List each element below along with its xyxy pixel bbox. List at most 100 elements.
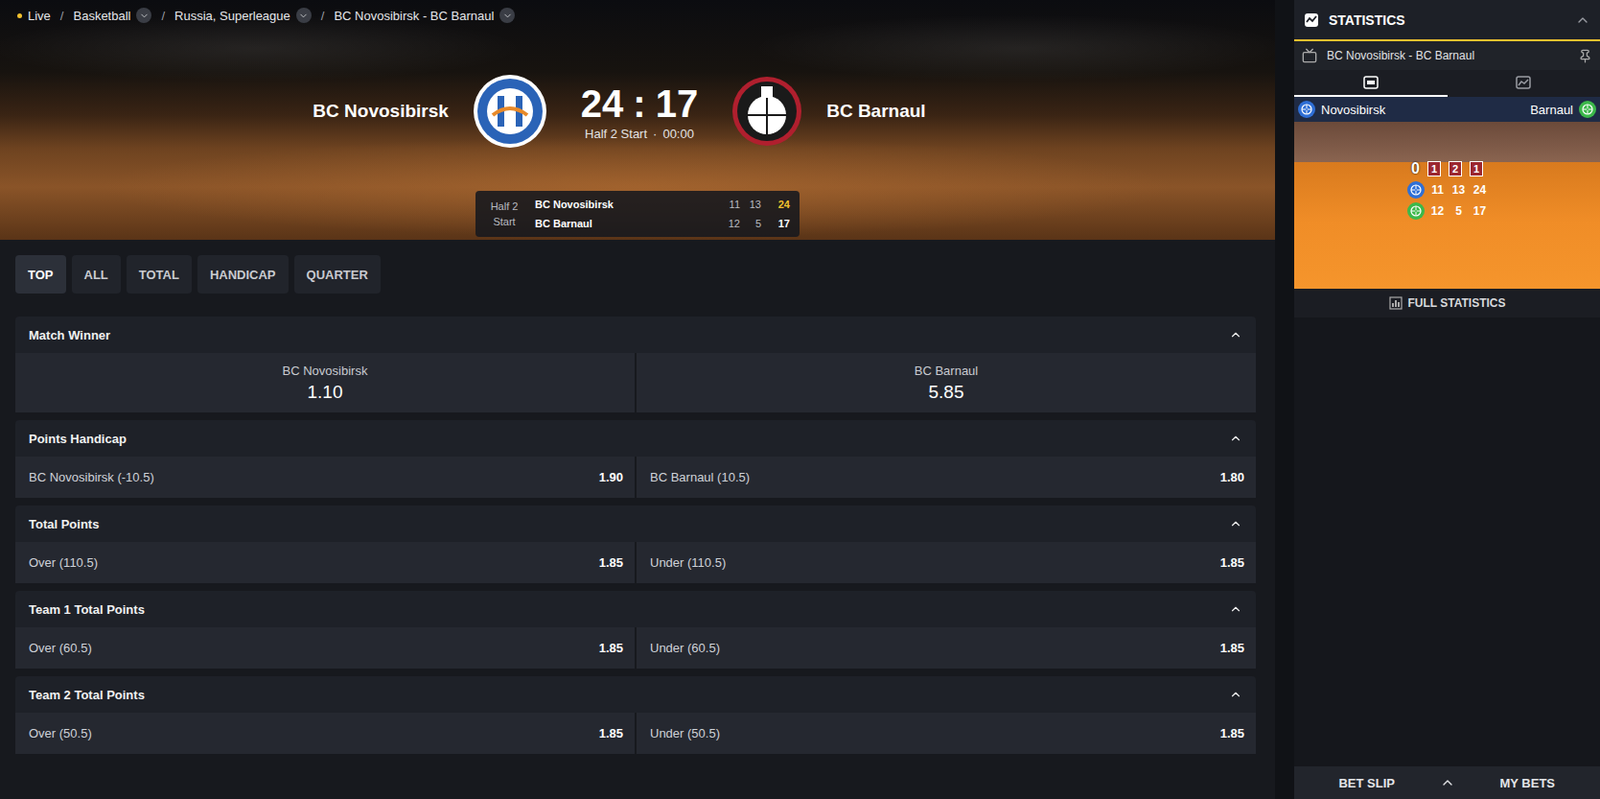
period-box: 1 bbox=[1469, 161, 1484, 177]
chevron-down-icon[interactable] bbox=[136, 7, 152, 24]
breadcrumb-separator: / bbox=[60, 8, 65, 24]
chevron-up-icon[interactable] bbox=[1439, 774, 1456, 790]
market-header[interactable]: Team 1 Total Points bbox=[15, 590, 1256, 627]
statistics-tab[interactable] bbox=[1447, 69, 1600, 97]
barnaul-logo-icon bbox=[730, 74, 804, 148]
team-tag: Barnaul bbox=[1530, 100, 1597, 118]
away-team: BC Barnaul bbox=[826, 100, 926, 122]
outcome-button[interactable]: Over (110.5)1.85 bbox=[15, 541, 635, 583]
ball-icon bbox=[1410, 184, 1422, 196]
main-column: Live / Basketball / Russia, Superleague / BC N… bbox=[0, 0, 1276, 799]
match-row: BC Novosibirsk 24:17Half 2 Start·00:00 BC … bbox=[0, 72, 1276, 150]
outcome-button[interactable]: Over (60.5)1.85 bbox=[15, 626, 635, 669]
outcome-button[interactable]: BC Novosibirsk1.10 bbox=[15, 352, 635, 413]
breadcrumb-item[interactable]: BC Novosibirsk - BC Barnaul bbox=[333, 7, 515, 24]
market-tab[interactable]: TOTAL bbox=[126, 255, 192, 294]
court-score-row: 111324 bbox=[1407, 181, 1488, 199]
period-box: 1 bbox=[1427, 161, 1441, 177]
statistics-icon bbox=[1303, 12, 1320, 28]
breadcrumb-separator: / bbox=[321, 8, 325, 24]
home-team: BC Novosibirsk bbox=[312, 100, 448, 122]
team-badge-icon bbox=[1578, 100, 1597, 118]
court-scoreboard: 012111132412517 bbox=[1294, 160, 1600, 220]
outcome-row: Over (110.5)1.85Under (110.5)1.85 bbox=[15, 541, 1256, 583]
chevron-up-icon[interactable] bbox=[1228, 327, 1243, 342]
breadcrumb-separator: / bbox=[161, 8, 165, 24]
mini-row: BC Barnaul12517 bbox=[534, 214, 790, 232]
market-section: Points HandicapBC Novosibirsk (-10.5)1.9… bbox=[15, 419, 1256, 498]
score: 24:17 bbox=[580, 82, 698, 125]
market-header[interactable]: Team 2 Total Points bbox=[15, 675, 1256, 713]
team-badge-icon bbox=[1407, 181, 1425, 199]
bet-slip-button[interactable]: BET SLIP bbox=[1294, 775, 1440, 790]
live-icon bbox=[1363, 75, 1379, 90]
outcome-row: BC Novosibirsk (-10.5)1.90BC Barnaul (10… bbox=[15, 456, 1256, 498]
team-tag: Novosibirsk bbox=[1298, 100, 1386, 118]
chevron-down-icon[interactable] bbox=[499, 7, 515, 24]
outcome-button[interactable]: Under (50.5)1.85 bbox=[636, 712, 1256, 754]
mini-row: BC Novosibirsk111324 bbox=[534, 195, 790, 213]
market-header[interactable]: Total Points bbox=[15, 505, 1256, 542]
market-tab[interactable]: HANDICAP bbox=[197, 255, 289, 294]
tv-icon[interactable] bbox=[1301, 47, 1318, 64]
full-statistics-icon bbox=[1389, 296, 1403, 310]
statistics-header[interactable]: STATISTICS bbox=[1294, 0, 1600, 42]
ball-icon bbox=[1410, 205, 1422, 217]
period: Half 2 Start·00:00 bbox=[584, 126, 695, 141]
market-section: Team 2 Total PointsOver (50.5)1.85Under … bbox=[15, 675, 1256, 754]
market-tabs: TOPALLTOTALHANDICAPQUARTER bbox=[0, 239, 1276, 317]
period-box: 2 bbox=[1448, 161, 1462, 177]
chevron-up-icon[interactable] bbox=[1228, 602, 1243, 616]
team-badge-icon bbox=[1298, 100, 1316, 118]
outcome-button[interactable]: Under (60.5)1.85 bbox=[636, 626, 1256, 669]
match-banner: Live / Basketball / Russia, Superleague / BC N… bbox=[0, 0, 1276, 240]
outcome-button[interactable]: Under (110.5)1.85 bbox=[636, 541, 1256, 583]
ball-icon bbox=[1300, 103, 1313, 116]
market-section: Team 1 Total PointsOver (60.5)1.85Under … bbox=[15, 590, 1256, 669]
chevron-up-icon[interactable] bbox=[1575, 12, 1591, 28]
chart-icon bbox=[1515, 75, 1531, 90]
ball-icon bbox=[1581, 103, 1594, 116]
outcome-button[interactable]: BC Barnaul5.85 bbox=[636, 352, 1256, 413]
statistics-tab[interactable] bbox=[1294, 69, 1448, 97]
novosibirsk-logo-icon bbox=[471, 72, 549, 150]
breadcrumb-item[interactable]: Russia, Superleague bbox=[174, 7, 312, 24]
court-score-row: 12517 bbox=[1407, 202, 1488, 220]
chevron-down-icon[interactable] bbox=[296, 7, 312, 24]
score-block: 24:17Half 2 Start·00:00 bbox=[571, 82, 708, 141]
market-section: Total PointsOver (110.5)1.85Under (110.5… bbox=[15, 505, 1256, 583]
full-statistics-link[interactable]: FULL STATISTICS bbox=[1294, 288, 1600, 318]
bet-footer: BET SLIP MY BETS bbox=[1294, 765, 1600, 799]
outcome-button[interactable]: Over (50.5)1.85 bbox=[15, 712, 635, 754]
statistics-sidebar: STATISTICSBC Novosibirsk - BC Barnaul Nov… bbox=[1294, 0, 1600, 799]
breadcrumb-live[interactable]: Live bbox=[17, 8, 51, 24]
market-header[interactable]: Match Winner bbox=[15, 316, 1256, 353]
chevron-up-icon[interactable] bbox=[1228, 516, 1243, 531]
outcome-button[interactable]: BC Novosibirsk (-10.5)1.90 bbox=[15, 456, 635, 498]
outcome-row: Over (50.5)1.85Under (50.5)1.85 bbox=[15, 712, 1256, 754]
pin-icon[interactable] bbox=[1577, 48, 1593, 64]
page: Live / Basketball / Russia, Superleague / BC N… bbox=[0, 0, 1600, 799]
my-bets-button[interactable]: MY BETS bbox=[1455, 775, 1600, 790]
chevron-up-icon[interactable] bbox=[1228, 687, 1243, 701]
market-tab[interactable]: QUARTER bbox=[294, 255, 381, 294]
outcome-row: Over (60.5)1.85Under (60.5)1.85 bbox=[15, 626, 1256, 669]
team-badge-icon bbox=[1407, 202, 1425, 220]
teams-bar: Novosibirsk Barnaul bbox=[1294, 96, 1600, 122]
market-tab[interactable]: ALL bbox=[71, 255, 121, 294]
breadcrumb-item[interactable]: Basketball bbox=[72, 7, 152, 24]
market-section: Match WinnerBC Novosibirsk1.10BC Barnaul… bbox=[15, 316, 1256, 413]
statistics-tabs bbox=[1294, 69, 1600, 97]
outcome-row: BC Novosibirsk1.10BC Barnaul5.85 bbox=[15, 352, 1256, 413]
mini-scoreboard: Half 2Start BC Novosibirsk111324BC Barnau… bbox=[475, 190, 800, 237]
court-visual: 012111132412517 bbox=[1294, 121, 1600, 289]
market-tab[interactable]: TOP bbox=[15, 255, 67, 294]
statistics-match: BC Novosibirsk - BC Barnaul bbox=[1294, 41, 1600, 70]
breadcrumb: Live / Basketball / Russia, Superleague / BC N… bbox=[0, 0, 1276, 31]
mini-label: Half 2Start bbox=[485, 198, 524, 231]
live-dot bbox=[17, 13, 23, 19]
market-header[interactable]: Points Handicap bbox=[15, 419, 1256, 457]
outcome-button[interactable]: BC Barnaul (10.5)1.80 bbox=[636, 456, 1256, 498]
markets: Match WinnerBC Novosibirsk1.10BC Barnaul… bbox=[0, 316, 1276, 754]
chevron-up-icon[interactable] bbox=[1228, 431, 1243, 445]
